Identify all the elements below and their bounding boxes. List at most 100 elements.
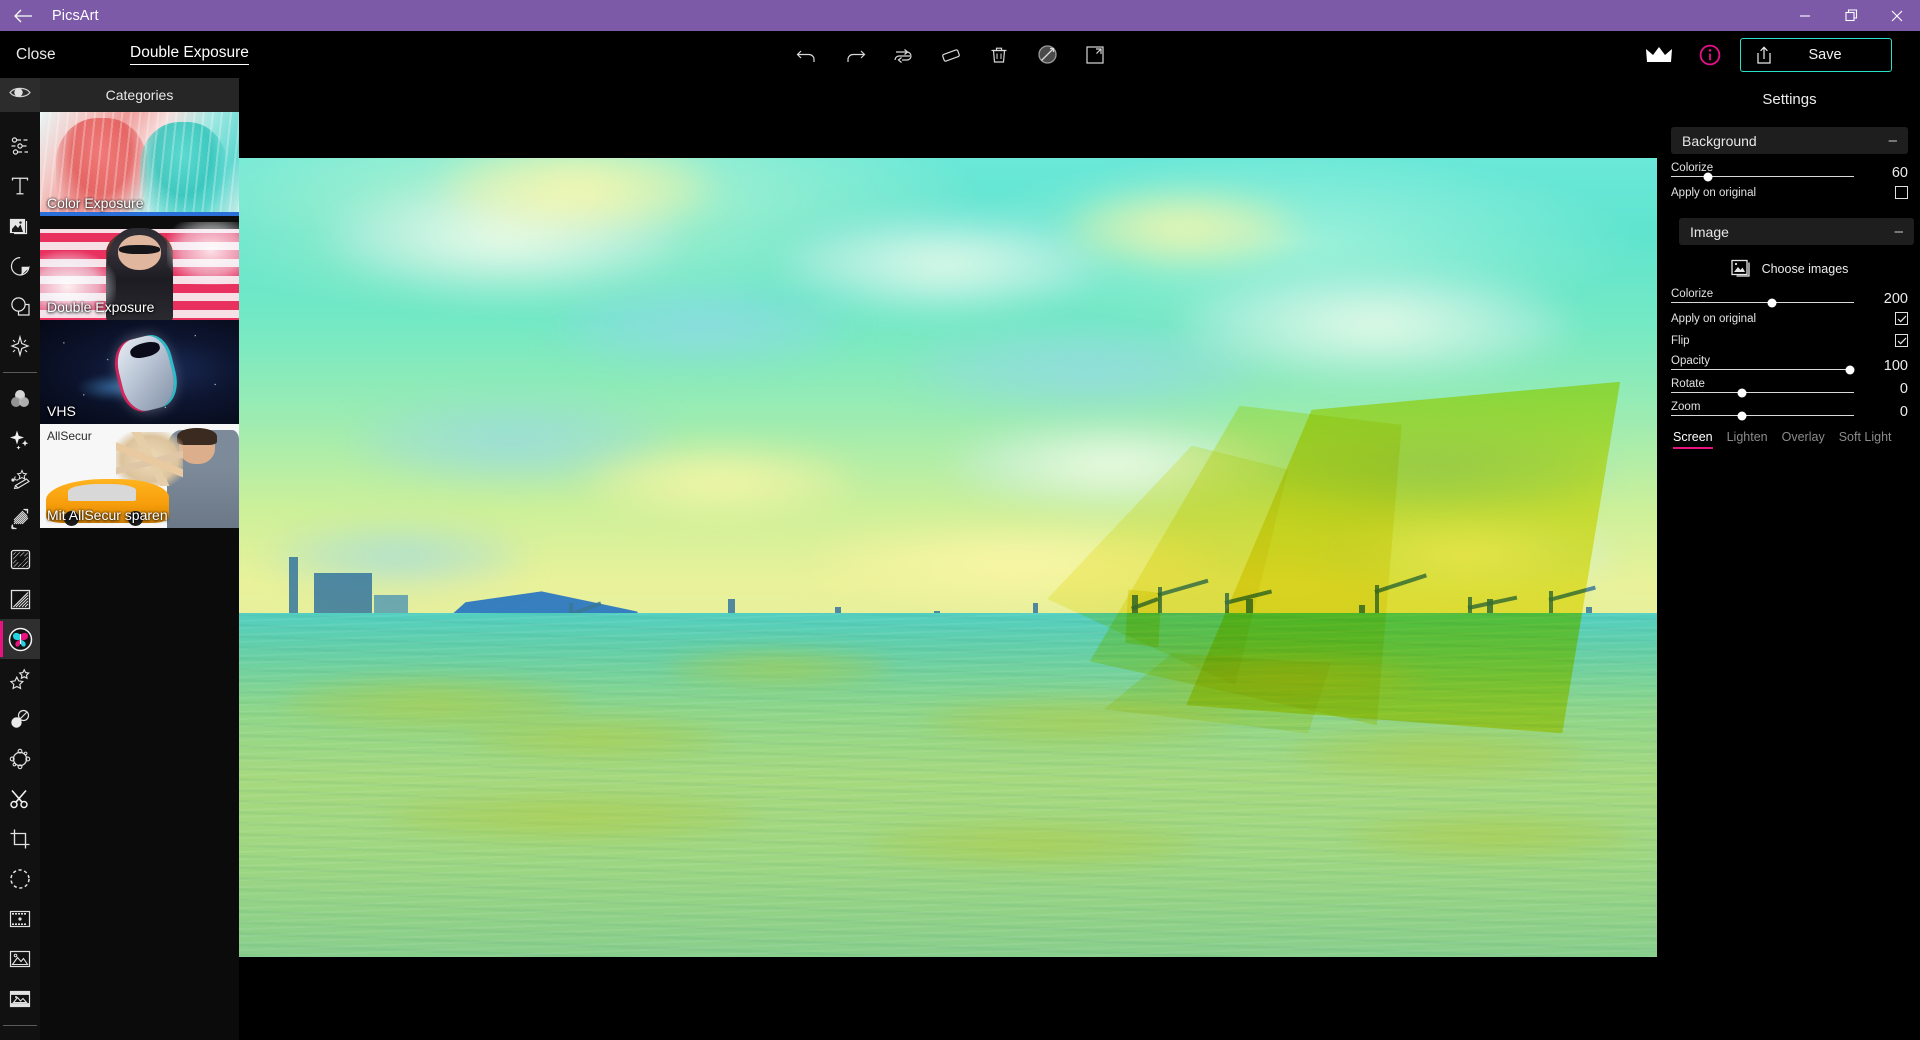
- slider-knob[interactable]: [1738, 411, 1747, 420]
- layout-icon[interactable]: [0, 1032, 40, 1040]
- blur-icon[interactable]: [0, 699, 40, 739]
- settings-panel: Settings Background – Colorize 60 Apply …: [1659, 78, 1920, 1040]
- slider-knob[interactable]: [1703, 172, 1712, 181]
- save-button[interactable]: Save: [1740, 38, 1892, 72]
- slider-track[interactable]: [1671, 392, 1854, 393]
- ad-brand-label: AllSecur: [47, 429, 92, 443]
- mask-icon[interactable]: [0, 539, 40, 579]
- sticker-icon[interactable]: [0, 246, 40, 286]
- collapse-icon[interactable]: –: [1895, 224, 1903, 239]
- picsart-window: PicsArt Close Double Exposure: [0, 0, 1920, 1040]
- category-item-vhs[interactable]: VHS: [40, 320, 239, 424]
- image-apply-label: Apply on original: [1671, 313, 1756, 325]
- eye-icon: [9, 86, 31, 104]
- draw-icon[interactable]: [0, 459, 40, 499]
- selection-icon[interactable]: [0, 859, 40, 899]
- image-icon[interactable]: [0, 939, 40, 979]
- category-label: VHS: [47, 403, 76, 419]
- redo-icon[interactable]: [843, 43, 867, 67]
- slider-track[interactable]: [1671, 369, 1854, 370]
- image-colorize-slider-wrap: 200: [1659, 300, 1920, 303]
- category-label: Double Exposure: [47, 299, 154, 315]
- lens-flare-icon[interactable]: [0, 499, 40, 539]
- background-colorize-value: 60: [1874, 165, 1920, 181]
- slider-knob[interactable]: [1738, 388, 1747, 397]
- slider-knob[interactable]: [1767, 298, 1776, 307]
- frame-icon[interactable]: [0, 899, 40, 939]
- image-flip-label: Flip: [1671, 335, 1690, 347]
- close-button[interactable]: [1874, 0, 1920, 31]
- color-mix-icon[interactable]: [0, 379, 40, 419]
- sparkle-icon[interactable]: [0, 419, 40, 459]
- photos-icon[interactable]: [0, 206, 40, 246]
- slider-track[interactable]: [1671, 302, 1854, 303]
- no-fill-icon[interactable]: [1035, 43, 1059, 67]
- choose-images-button[interactable]: Choose images: [1659, 245, 1920, 280]
- background-apply-checkbox[interactable]: [1895, 186, 1908, 199]
- choose-images-label: Choose images: [1762, 262, 1849, 276]
- title-bar: PicsArt: [0, 0, 1920, 31]
- adjust-icon[interactable]: [0, 126, 40, 166]
- image-colorize-value: 200: [1874, 291, 1920, 307]
- slider-knob[interactable]: [1846, 365, 1855, 374]
- gradient-icon[interactable]: [0, 579, 40, 619]
- background-icon[interactable]: [0, 979, 40, 1019]
- close-editor-button[interactable]: Close: [16, 46, 56, 64]
- image-flip-checkbox[interactable]: [1895, 334, 1908, 347]
- minimize-button[interactable]: [1782, 0, 1828, 31]
- category-label: Mit AllSecur sparen: [47, 507, 168, 523]
- image-opacity-value: 100: [1874, 358, 1920, 374]
- image-zoom-slider[interactable]: [1659, 413, 1866, 416]
- image-colorize-slider[interactable]: [1659, 300, 1866, 303]
- back-arrow-icon[interactable]: [0, 0, 46, 31]
- dispersion-icon[interactable]: [0, 739, 40, 779]
- crown-icon[interactable]: [1642, 41, 1676, 69]
- categories-list[interactable]: Color Exposure Double Exposure VHS AllSe…: [40, 112, 239, 1040]
- edit-tools-group: [795, 31, 1107, 78]
- image-flip-row[interactable]: Flip: [1659, 325, 1920, 347]
- info-icon[interactable]: [1698, 43, 1722, 67]
- image-section-header[interactable]: Image –: [1679, 218, 1914, 245]
- stickers-stars-icon[interactable]: [0, 659, 40, 699]
- canvas-stage[interactable]: [239, 78, 1659, 1040]
- categories-header: Categories: [40, 78, 239, 112]
- category-label: Color Exposure: [47, 195, 144, 211]
- crop-icon[interactable]: [0, 819, 40, 859]
- share-icon: [1755, 45, 1773, 65]
- image-opacity-slider[interactable]: [1659, 367, 1866, 370]
- image-apply-checkbox[interactable]: [1895, 312, 1908, 325]
- image-rotate-slider[interactable]: [1659, 390, 1866, 393]
- reset-icon[interactable]: [891, 43, 915, 67]
- category-item-color-exposure[interactable]: Color Exposure: [40, 112, 239, 216]
- text-icon[interactable]: [0, 166, 40, 206]
- background-colorize-slider[interactable]: [1659, 174, 1866, 177]
- fit-screen-icon[interactable]: [1083, 43, 1107, 67]
- slider-track[interactable]: [1671, 176, 1854, 177]
- delete-icon[interactable]: [987, 43, 1011, 67]
- category-item-ad-allsecur[interactable]: AllSecur Mit AllSecur sparen: [40, 424, 239, 528]
- background-section-header[interactable]: Background –: [1671, 127, 1908, 154]
- blend-tab-overlay[interactable]: Overlay: [1782, 430, 1825, 449]
- image-section-label: Image: [1690, 224, 1729, 240]
- magic-icon[interactable]: [0, 326, 40, 366]
- eraser-icon[interactable]: [939, 43, 963, 67]
- image-opacity-slider-wrap: 100: [1659, 367, 1920, 370]
- effects-butterfly-icon[interactable]: [0, 619, 40, 659]
- slider-track[interactable]: [1671, 415, 1854, 416]
- tool-rail: [0, 112, 40, 1040]
- edited-photo[interactable]: [239, 158, 1657, 957]
- category-item-double-exposure[interactable]: Double Exposure: [40, 216, 239, 320]
- photo-picker-icon: [1731, 258, 1753, 280]
- cutout-icon[interactable]: [0, 779, 40, 819]
- blend-tab-lighten[interactable]: Lighten: [1727, 430, 1768, 449]
- maximize-button[interactable]: [1828, 0, 1874, 31]
- preview-toggle[interactable]: [0, 78, 40, 112]
- shape-icon[interactable]: [0, 286, 40, 326]
- yellow-overlay-shape-small[interactable]: [1125, 589, 1161, 647]
- image-zoom-slider-wrap: 0: [1659, 413, 1920, 416]
- effect-title: Double Exposure: [130, 44, 249, 64]
- blend-tab-soft-light[interactable]: Soft Light: [1839, 430, 1892, 449]
- blend-tab-screen[interactable]: Screen: [1673, 430, 1713, 449]
- undo-icon[interactable]: [795, 43, 819, 67]
- collapse-icon[interactable]: –: [1889, 133, 1897, 148]
